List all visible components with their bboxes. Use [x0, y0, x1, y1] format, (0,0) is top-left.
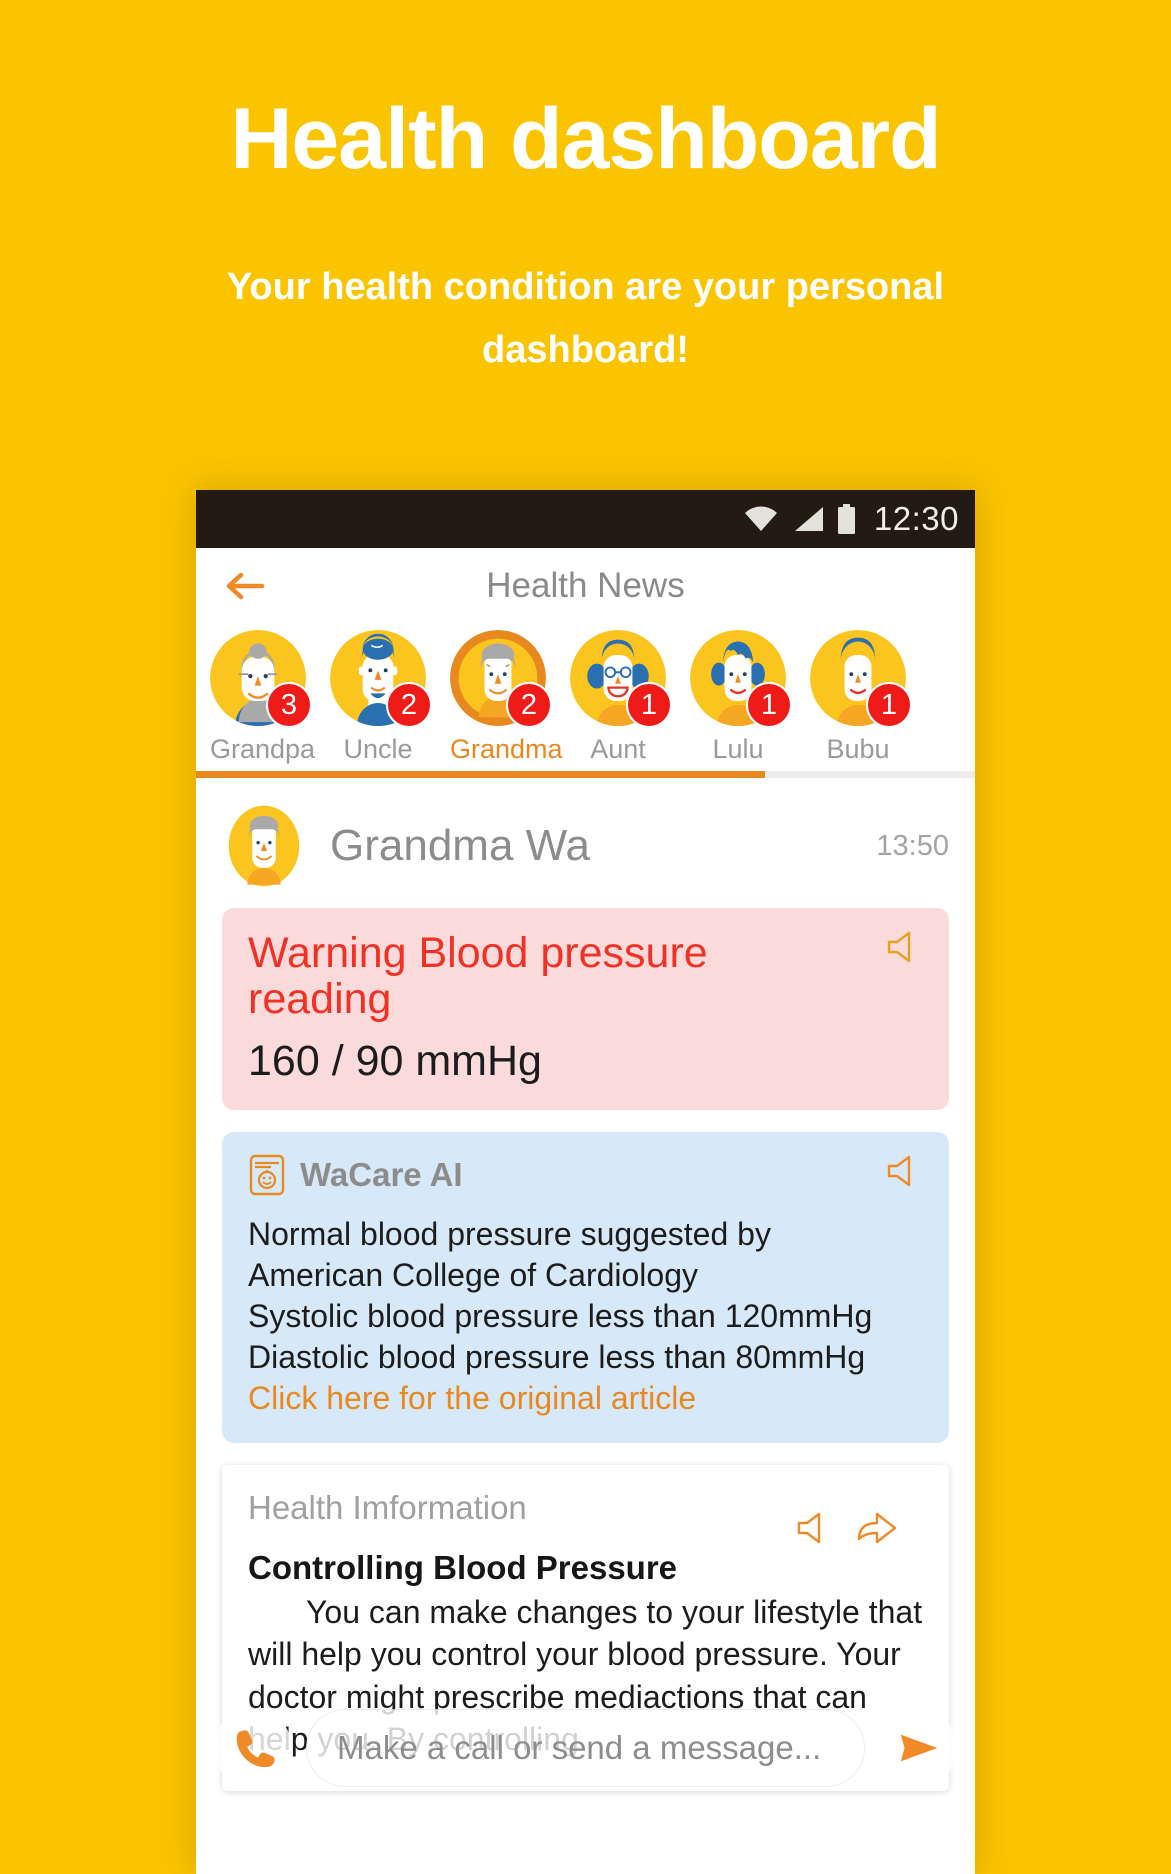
page-subtitle: Your health condition are your personal …: [226, 266, 945, 371]
tab-label: Uncle: [343, 734, 413, 764]
badge: 1: [626, 682, 672, 728]
tab-bubu[interactable]: 1 Bubu: [810, 630, 912, 765]
warning-title: Warning Blood pressure reading: [248, 929, 708, 1024]
back-button[interactable]: [210, 548, 280, 624]
message-input[interactable]: Make a call or send a message...: [306, 1709, 865, 1787]
ai-card-header: WaCare AI: [248, 1154, 923, 1196]
blood-pressure-value: 160 / 90 mmHg: [248, 1036, 542, 1085]
contact-tab-list[interactable]: 3 Grandpa 2 Uncle 2 Grandma 1 Aunt 1 Lul…: [196, 624, 975, 765]
avatar: 1: [690, 630, 792, 728]
battery-icon: [837, 504, 856, 534]
original-article-link[interactable]: Click here for the original article: [248, 1378, 923, 1419]
app-bar: Health News: [196, 548, 975, 624]
badge: 2: [386, 682, 432, 728]
info-card-header: Health Imformation: [248, 1488, 923, 1543]
signal-icon: [792, 506, 824, 532]
message-timestamp: 13:50: [876, 829, 949, 862]
message-input-placeholder: Make a call or send a message...: [337, 1729, 822, 1766]
conversation-header: Grandma Wa 13:50: [196, 778, 975, 908]
speaker-icon[interactable]: [885, 930, 925, 964]
badge: 1: [746, 682, 792, 728]
ai-text-line: Systolic blood pressure less than 120mmH…: [248, 1297, 873, 1334]
wacare-ai-card: WaCare AI Normal blood pressure suggeste…: [222, 1131, 949, 1443]
speaker-icon[interactable]: [795, 1511, 835, 1545]
info-card-title: Health Imformation: [248, 1488, 527, 1526]
ai-card-title: WaCare AI: [300, 1155, 463, 1193]
avatar: 2: [450, 630, 552, 728]
back-arrow-icon: [226, 572, 265, 600]
tab-uncle[interactable]: 2 Uncle: [330, 630, 432, 765]
badge: 2: [506, 682, 552, 728]
badge: 1: [866, 682, 912, 728]
tab-label: Grandpa: [210, 734, 316, 764]
tab-aunt[interactable]: 1 Aunt: [570, 630, 672, 765]
tab-grandpa[interactable]: 3 Grandpa: [210, 630, 316, 765]
tab-label: Lulu: [712, 734, 764, 764]
ai-text-line: Normal blood pressure suggested by: [248, 1215, 771, 1252]
compose-bar: Make a call or send a message...: [196, 1700, 975, 1796]
tabs-scrollbar[interactable]: [196, 771, 975, 778]
phone-mockup: 12:30 Health News 3 Grandpa 2 Uncle 2 Gr…: [196, 490, 975, 1874]
ai-text-line: American College of Cardiology: [248, 1256, 698, 1293]
speaker-icon[interactable]: [885, 1154, 925, 1188]
call-button[interactable]: [214, 1709, 292, 1787]
send-icon: [900, 1734, 938, 1762]
wacare-app-icon: [248, 1154, 286, 1196]
tabs-scrollbar-thumb[interactable]: [196, 771, 765, 778]
blood-pressure-warning-card: Warning Blood pressure reading 160 / 90 …: [222, 908, 949, 1110]
tab-lulu[interactable]: 1 Lulu: [690, 630, 792, 765]
send-button[interactable]: [879, 1709, 957, 1787]
ai-text-line: Diastolic blood pressure less than 80mmH…: [248, 1338, 866, 1375]
avatar: 1: [810, 630, 912, 728]
tab-label: Bubu: [826, 734, 890, 764]
status-bar: 12:30: [196, 490, 975, 548]
phone-icon: [236, 1730, 275, 1768]
badge: 3: [266, 682, 312, 728]
avatar: 3: [210, 630, 312, 728]
article-heading: Controlling Blood Pressure: [248, 1548, 678, 1586]
status-bar-clock: 12:30: [873, 500, 959, 537]
avatar: 2: [330, 630, 432, 728]
tab-label: Grandma: [450, 734, 563, 764]
avatar: 1: [570, 630, 672, 728]
promo-header: Health dashboard Your health condition a…: [0, 0, 1171, 381]
message-list: Warning Blood pressure reading 160 / 90 …: [196, 908, 975, 1791]
app-bar-title: Health News: [486, 566, 685, 605]
avatar: [228, 805, 300, 887]
tab-label: Aunt: [590, 734, 646, 764]
tab-grandma[interactable]: 2 Grandma: [450, 630, 563, 765]
page-title: Health dashboard: [230, 91, 941, 187]
wifi-icon: [743, 506, 779, 532]
contact-tabs: 3 Grandpa 2 Uncle 2 Grandma 1 Aunt 1 Lul…: [196, 624, 975, 778]
share-icon[interactable]: [855, 1509, 899, 1547]
contact-name: Grandma Wa: [330, 821, 591, 870]
status-bar-icons: [743, 504, 856, 534]
